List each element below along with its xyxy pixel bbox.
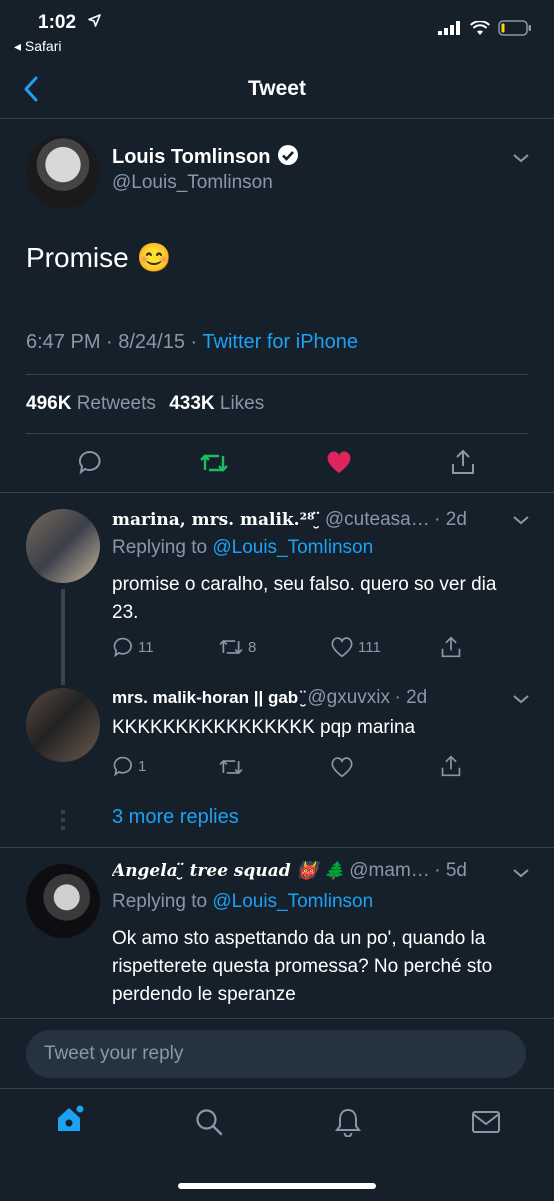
chevron-down-icon[interactable] [511,866,531,884]
verified-badge-icon [277,144,299,171]
tweet-stats: 496K Retweets 433K Likes [26,393,264,415]
author-handle[interactable]: @Louis_Tomlinson [112,172,273,194]
reply-text: KKKKKKKKKKKKKKKK pqp marina [112,717,416,738]
reply-comment-action[interactable]: 1 [112,755,146,777]
replying-to: Replying to @Louis_Tomlinson [112,537,374,558]
divider [26,374,528,375]
avatar[interactable] [26,688,100,762]
reply-time: · 5d [434,860,467,881]
reply-like-action[interactable]: 111 [330,636,381,658]
thread-line [61,589,65,685]
tweet-meta: 6:47 PM · 8/24/15 · Twitter for iPhone [26,331,358,354]
like-count[interactable]: 433K [169,393,214,414]
comment-count: 1 [138,757,147,775]
retweet-icon[interactable] [218,756,244,783]
reply-text: promise o caralho, seu falso. quero so v… [112,574,497,623]
messages-envelope-icon[interactable] [471,1109,501,1140]
avatar[interactable] [26,135,100,209]
chevron-down-icon[interactable] [511,513,531,531]
chevron-down-icon[interactable] [511,151,531,169]
retweets-label[interactable]: Retweets [77,393,156,414]
like-count: 111 [358,638,381,656]
location-arrow-icon [88,14,101,32]
page-title: Tweet [248,77,306,100]
reply-time: · 2d [394,687,428,708]
reply-icon[interactable] [77,449,103,480]
reply-icon [113,637,132,658]
reply-author-name[interactable]: mrs. malik-horan || gab ̮̈ [112,688,303,707]
reply-input-placeholder: Tweet your reply [44,1043,184,1064]
like-heart-icon[interactable] [325,449,353,480]
tweet-text: Promise 😊 [26,242,172,273]
search-icon[interactable] [194,1107,224,1142]
replying-to: Replying to @Louis_Tomlinson [112,891,374,912]
replying-to-link[interactable]: @Louis_Tomlinson [212,891,373,912]
reply-author-handle[interactable]: @mam… [349,860,430,881]
share-icon[interactable] [440,635,462,664]
more-replies-link[interactable]: 3 more replies [112,806,239,829]
divider [0,492,554,493]
comment-count: 11 [138,638,154,656]
author-name[interactable]: Louis Tomlinson [112,146,271,169]
reply-time: · 2d [434,509,467,530]
share-icon[interactable] [450,448,476,481]
retweet-count: 8 [248,638,257,656]
likes-label[interactable]: Likes [220,393,264,414]
home-indicator[interactable] [178,1183,376,1189]
divider [26,433,528,434]
navigation-bar: Tweet [0,60,554,119]
reply-author-handle[interactable]: @cuteasa… [325,509,430,530]
reply-author-name[interactable]: marina, mrs. malik.²⁸ ̮̈ [112,510,320,530]
home-icon[interactable] [54,1103,86,1140]
battery-icon [498,20,532,41]
chevron-down-icon[interactable] [511,692,531,710]
reply-author-name[interactable]: Angela ̮̈ tree squad 👹 🌲 [112,861,345,881]
avatar[interactable] [26,509,100,583]
tweet-timestamp: 6:47 PM · 8/24/15 · [26,331,203,353]
replying-to-link[interactable]: @Louis_Tomlinson [212,537,373,558]
thread-dots [61,810,65,830]
avatar[interactable] [26,864,100,938]
signal-icon [438,21,462,40]
reply-comment-action[interactable]: 11 [112,636,154,658]
tweet-source-link[interactable]: Twitter for iPhone [202,331,358,353]
share-icon[interactable] [440,754,462,783]
wifi-icon [470,19,490,41]
clock: 1:02 [38,12,77,33]
reply-text: Ok amo sto aspettando da un po', quando … [112,928,493,1005]
retweet-icon[interactable] [199,450,229,481]
back-to-safari[interactable]: ◂ Safari [14,38,62,55]
notifications-bell-icon[interactable] [334,1107,362,1142]
reply-author-handle[interactable]: @gxuvxix [307,687,390,708]
reply-input[interactable]: Tweet your reply [26,1030,526,1078]
like-heart-icon[interactable] [330,756,354,783]
retweet-count[interactable]: 496K [26,393,71,414]
divider [0,847,554,848]
status-bar: 1:02 ◂ Safari [0,0,554,60]
reply-retweet-action[interactable]: 8 [218,636,256,658]
